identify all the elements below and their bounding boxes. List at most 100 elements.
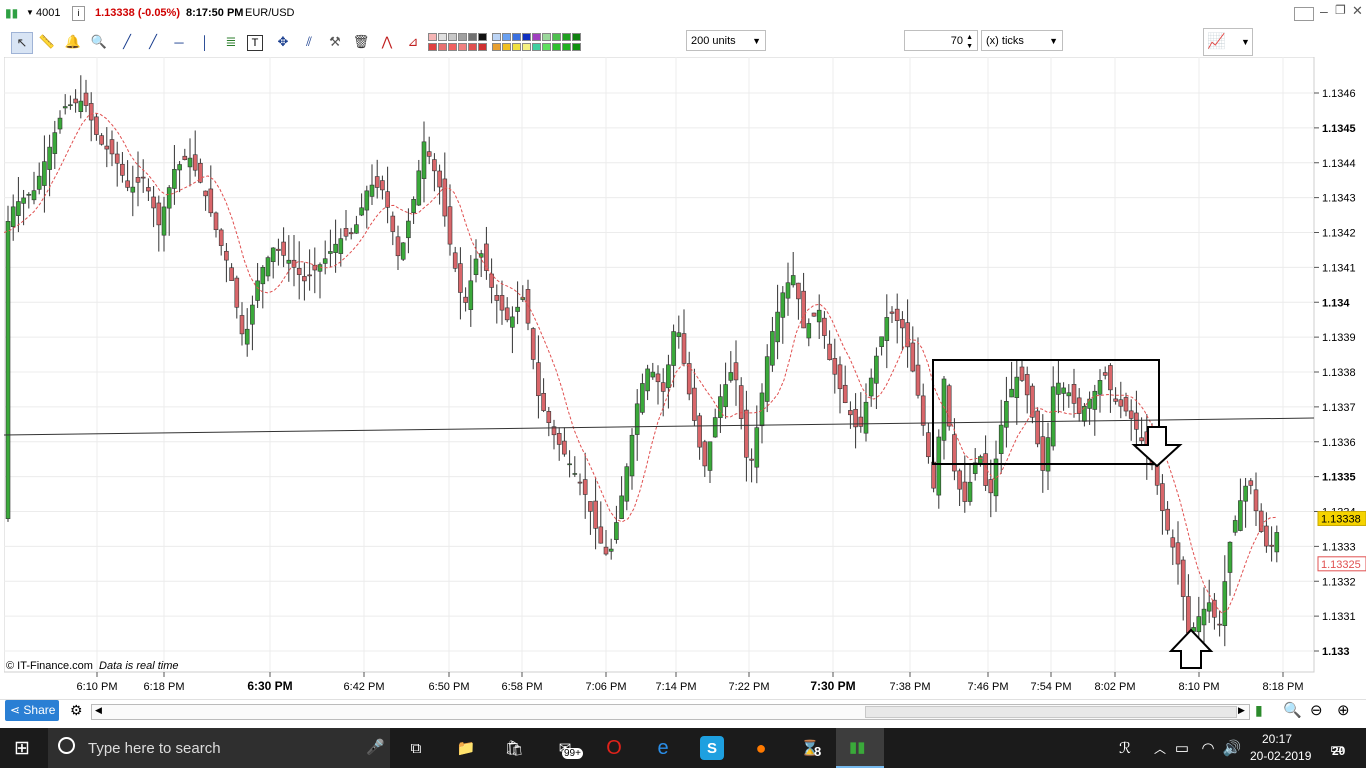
restore-icon[interactable]: ❐ [1335, 3, 1346, 17]
candle-body [608, 548, 614, 552]
candle-body [395, 236, 401, 257]
y-tick-label: 1.1344 [1322, 158, 1356, 170]
candle-body [707, 441, 713, 471]
triangle-tool-icon[interactable]: ⊿ [403, 32, 423, 52]
candle-body [109, 139, 115, 155]
taskbar-date[interactable]: 20-02-2019 [1250, 749, 1311, 763]
tools-icon[interactable]: ⚒ [325, 32, 345, 52]
scroll-right-arrow-icon[interactable]: ▶ [1238, 705, 1245, 716]
text-tool-icon[interactable]: T [247, 35, 263, 51]
candle-body [785, 282, 791, 299]
candle-body [619, 495, 624, 519]
candle [811, 312, 817, 317]
candle-body [816, 309, 822, 323]
fibonacci-icon[interactable]: ≣ [221, 32, 241, 52]
candle-body [811, 312, 817, 317]
candle-body [494, 295, 500, 301]
chart-settings-icon[interactable]: ▮ [1255, 702, 1263, 719]
candle-body [957, 470, 962, 490]
candle-body [692, 387, 697, 421]
chart-area[interactable]: 1.1346 1.1345 1.1344 1.1343 1.1342 1.1341 1.13… [4, 57, 1366, 698]
candle-body [1030, 385, 1035, 418]
keyboard-icon[interactable] [1294, 7, 1314, 21]
candle-body [1274, 532, 1280, 553]
candle-body [302, 276, 307, 282]
chart-type-select[interactable]: 📈 ▼ [1203, 28, 1253, 56]
ray-tool-icon[interactable]: ╱ [143, 32, 163, 52]
candle-body [1227, 541, 1233, 573]
candle-body [1024, 374, 1030, 396]
chevron-down-icon: ▼ [1049, 36, 1058, 46]
scrollbar-thumb[interactable] [865, 706, 1237, 718]
ticks-type-select[interactable]: (x) ticks ▼ [981, 30, 1063, 51]
ticks-count-stepper[interactable]: 70 ▲ ▼ [904, 30, 978, 51]
store-icon[interactable]: 🛍 [502, 736, 526, 760]
chart-indicator-icon: 📈 [1207, 33, 1226, 50]
people-icon[interactable]: ℛ [1113, 736, 1137, 760]
y-tick-label: 1.1332 [1322, 576, 1356, 588]
candle-body [1217, 623, 1222, 626]
taskbar-search-box[interactable]: Type here to search 🎤 [48, 728, 390, 768]
candle-body [374, 176, 380, 188]
units-select[interactable]: 200 units ▼ [686, 30, 766, 51]
taskbar-clock[interactable]: 20:17 [1262, 732, 1292, 746]
horizontal-line-icon[interactable]: ─ [169, 32, 189, 52]
wifi-icon[interactable]: ◠ [1196, 736, 1220, 760]
battery-icon[interactable]: ▭ [1170, 736, 1194, 760]
candle-body [5, 221, 11, 519]
task-view-icon[interactable]: ⧉ [404, 736, 428, 760]
scroll-left-arrow-icon[interactable]: ◀ [95, 705, 102, 716]
ruler-tool-icon[interactable]: 📏 [37, 32, 57, 52]
candle-body [676, 332, 682, 337]
price-chart[interactable]: 1.1346 1.1345 1.1344 1.1343 1.1342 1.1341 1.13… [4, 57, 1366, 698]
skype-icon[interactable]: S [700, 736, 724, 760]
candle-body [759, 392, 765, 427]
trash-icon[interactable]: 🗑 [351, 32, 371, 52]
candle-body [458, 263, 463, 293]
candle-body [1243, 485, 1248, 502]
candle-body [1061, 387, 1066, 394]
watermark-note: Data is real time [99, 660, 179, 672]
candle-body [879, 336, 884, 347]
share-button[interactable]: ⋖ Share [5, 700, 59, 721]
show-hidden-icons-icon[interactable]: ︿ [1148, 736, 1172, 760]
candle-body [255, 280, 260, 301]
alarm-bell-icon[interactable]: 🔔 [63, 32, 83, 52]
taskbar-active-app[interactable]: ▮▮ [836, 728, 884, 768]
zoom-magnifier-icon[interactable]: 🔍 [89, 32, 109, 52]
zoom-out-icon[interactable]: ⊖ [1310, 701, 1323, 719]
pattern-tool-icon[interactable]: ⋀ [377, 32, 397, 52]
settings-dial-icon[interactable]: ⚙ [70, 702, 83, 719]
firefox-icon[interactable]: ● [749, 736, 773, 760]
crosshair-arrows-icon[interactable]: ✥ [273, 32, 293, 52]
y-tick-label: 1.1341 [1322, 262, 1356, 274]
zoom-fit-icon[interactable]: 🔍 [1283, 701, 1302, 719]
candle [5, 205, 11, 522]
minimize-icon[interactable]: – [1320, 3, 1328, 19]
candle-body [52, 132, 58, 154]
edge-icon[interactable]: e [651, 736, 675, 760]
opera-icon[interactable]: O [602, 736, 626, 760]
file-explorer-icon[interactable]: 📁 [454, 736, 478, 760]
horizontal-scrollbar[interactable]: ◀ ▶ [91, 704, 1250, 720]
vertical-line-icon[interactable]: │ [195, 32, 215, 52]
pointer-tool-icon[interactable]: ↖ [11, 32, 33, 54]
info-icon[interactable]: i [72, 6, 85, 21]
y-tick-label: 1.1342 [1322, 228, 1356, 240]
candle-body [354, 224, 359, 234]
title-symbol: EUR/USD [245, 7, 295, 19]
candle-body [187, 157, 193, 168]
dropdown-arrow-icon[interactable]: ▼ [26, 8, 34, 17]
stepper-arrows-icon[interactable]: ▲ ▼ [966, 33, 973, 51]
color-palette[interactable] [428, 31, 582, 53]
windows-start-icon[interactable]: ⊞ [14, 737, 30, 760]
channel-tool-icon[interactable]: ⫽ [299, 32, 319, 52]
y-tick-label: 1.1343 [1322, 193, 1356, 205]
close-icon[interactable]: ✕ [1352, 3, 1363, 19]
microphone-icon[interactable]: 🎤 [366, 738, 385, 756]
line-tool-icon[interactable]: ╱ [117, 32, 137, 52]
zoom-in-icon[interactable]: ⊕ [1337, 701, 1350, 719]
volume-icon[interactable]: 🔊 [1220, 736, 1244, 760]
y-tick-label: 1.1337 [1322, 402, 1356, 414]
chart-app-icon: ▮▮ [5, 6, 19, 20]
